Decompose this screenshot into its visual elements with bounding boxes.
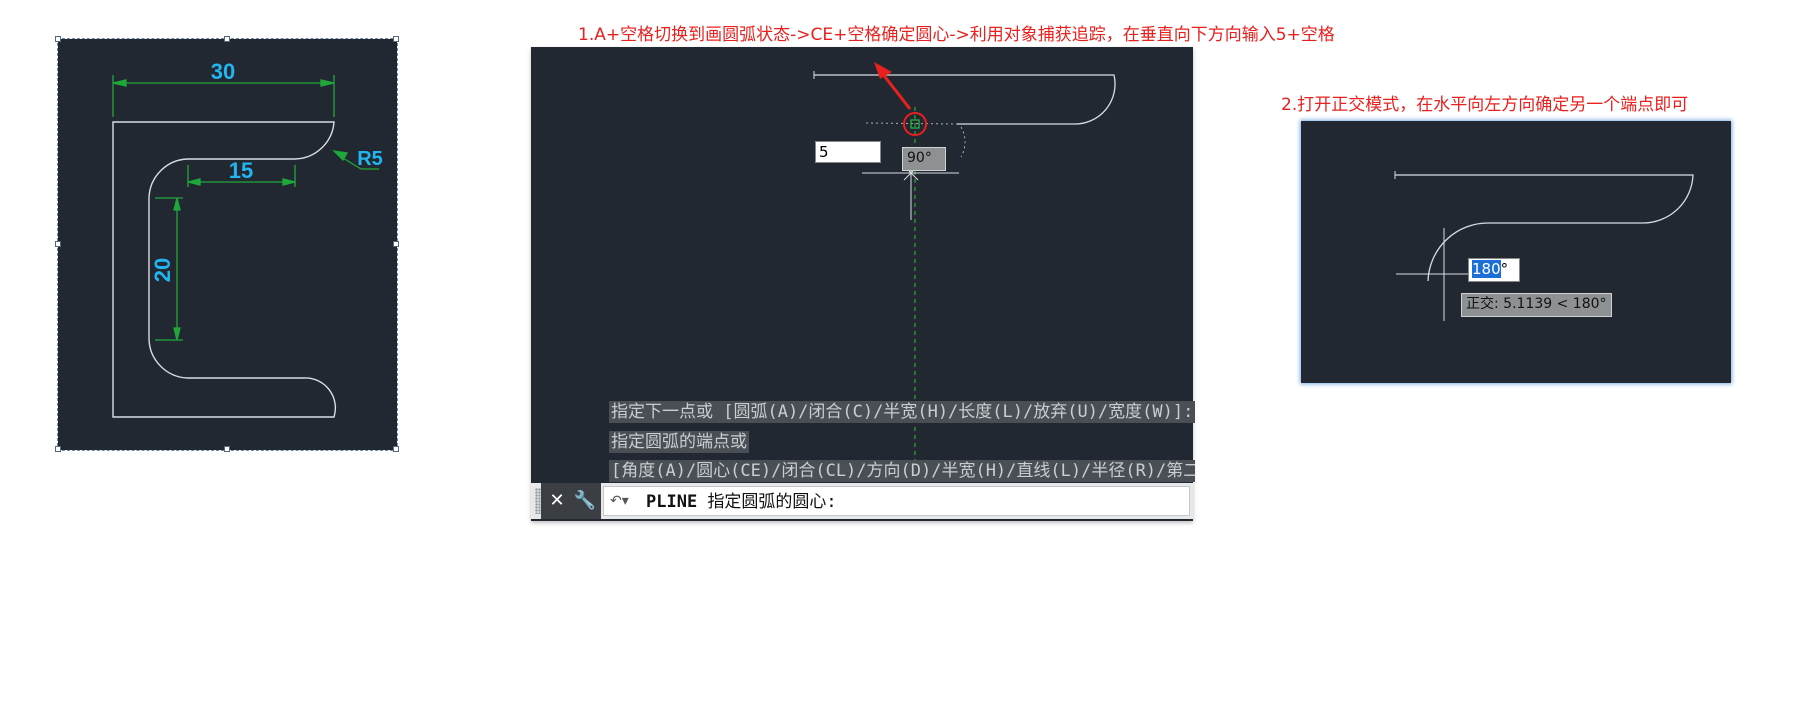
command-history-line: [角度(A)/圆心(CE)/闭合(CL)/方向(D)/半宽(H)/直线(L)/半… bbox=[609, 460, 1195, 482]
wrench-icon[interactable]: 🔧 bbox=[573, 489, 597, 513]
dimensioned-drawing-panel: 30 15 20 R5 bbox=[55, 36, 399, 452]
cad-viewport-step1[interactable]: 5 90° 指定下一点或 [圆弧(A)/闭合(C)/半宽(H)/长度(L)/放弃… bbox=[531, 47, 1195, 521]
angle-input-selection: 180 bbox=[1472, 260, 1501, 278]
c-shape-drawing: 30 15 20 R5 bbox=[112, 59, 383, 418]
selection-grip[interactable] bbox=[55, 446, 61, 452]
ortho-drawing bbox=[1394, 171, 1694, 321]
red-arrow-icon bbox=[874, 62, 912, 110]
command-line-text: PLINE 指定圆弧的圆心: bbox=[646, 490, 837, 514]
angle-tooltip: 90° bbox=[902, 147, 946, 171]
dim-label-15: 15 bbox=[229, 158, 253, 183]
close-icon[interactable]: ✕ bbox=[545, 489, 569, 513]
polyline-segment bbox=[814, 74, 1116, 125]
step1-caption: 1.A+空格切换到画圆弧状态->CE+空格确定圆心->利用对象捕获追踪，在垂直向… bbox=[578, 25, 1335, 45]
angle-input-field[interactable]: 180° bbox=[1468, 258, 1520, 282]
angle-input-suffix: ° bbox=[1500, 260, 1509, 278]
cad-viewport-step2[interactable]: 180° 正交: 5.1139 < 180° bbox=[1301, 121, 1731, 383]
selection-grip[interactable] bbox=[224, 446, 230, 452]
selection-grip[interactable] bbox=[393, 241, 399, 247]
command-prompt-icon[interactable]: ↶▾ bbox=[610, 490, 644, 512]
distance-input-field[interactable]: 5 bbox=[815, 141, 881, 163]
selection-grip[interactable] bbox=[393, 446, 399, 452]
command-history-line: 指定下一点或 [圆弧(A)/闭合(C)/半宽(H)/长度(L)/放弃(U)/宽度… bbox=[609, 401, 1195, 423]
command-input-field[interactable]: ↶▾ PLINE 指定圆弧的圆心: bbox=[603, 486, 1190, 516]
part-outline bbox=[112, 121, 337, 418]
step2-caption: 2.打开正交模式，在水平向左方向确定另一个端点即可 bbox=[1281, 95, 1689, 115]
command-prompt-text: 指定圆弧的圆心: bbox=[707, 492, 837, 512]
dim-label-20: 20 bbox=[150, 258, 175, 282]
command-history-line: 指定圆弧的端点或 bbox=[609, 431, 749, 453]
selection-grip[interactable] bbox=[55, 36, 61, 42]
dim-label-30: 30 bbox=[211, 59, 235, 84]
selection-grip[interactable] bbox=[224, 36, 230, 42]
dim-label-r5: R5 bbox=[357, 148, 383, 170]
command-line-bar: ✕ 🔧 ↶▾ PLINE 指定圆弧的圆心: bbox=[531, 483, 1193, 519]
ortho-tooltip: 正交: 5.1139 < 180° bbox=[1461, 293, 1612, 317]
command-name: PLINE bbox=[646, 492, 698, 512]
command-line-buttons: ✕ 🔧 bbox=[541, 483, 601, 519]
polyline-segment bbox=[1395, 174, 1694, 282]
selection-grip[interactable] bbox=[55, 241, 61, 247]
selection-grip[interactable] bbox=[393, 36, 399, 42]
